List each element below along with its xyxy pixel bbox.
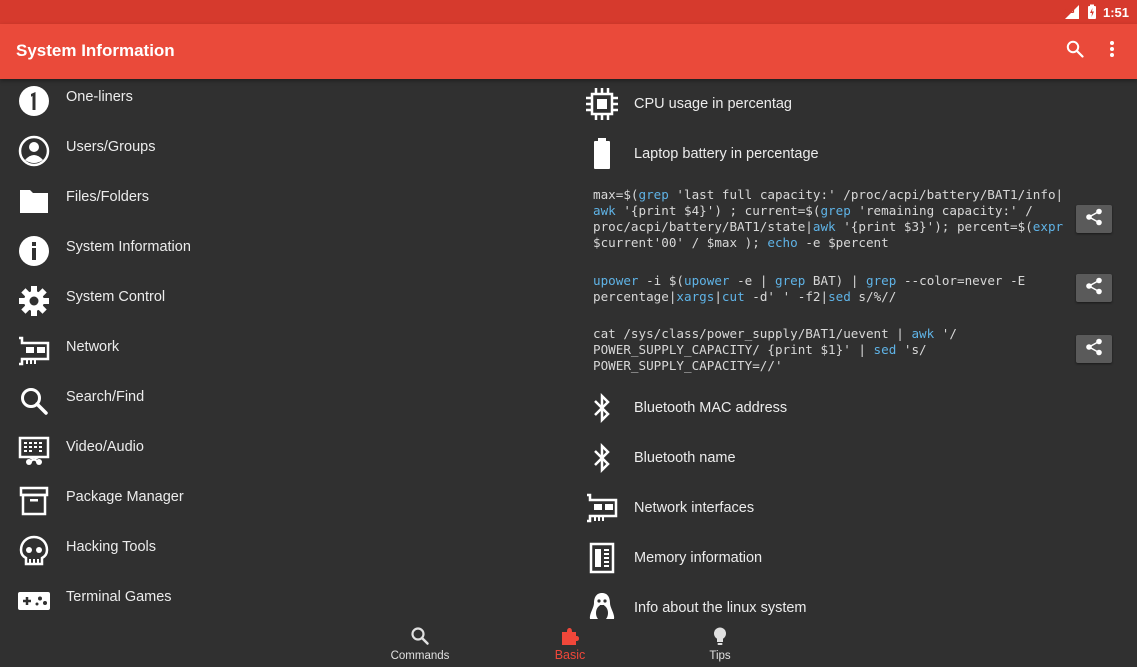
sidebar-item-label: System Information <box>66 239 191 255</box>
list-item-bluetooth-mac[interactable]: Bluetooth MAC address <box>568 384 1128 432</box>
sidebar-item-network[interactable]: Network <box>0 329 560 379</box>
tab-commands[interactable]: Commands <box>370 619 470 667</box>
sidebar-item-files-folders[interactable]: Files/Folders <box>0 179 560 229</box>
sidebar-item-label: Search/Find <box>66 389 145 405</box>
list-item-cpu-usage[interactable]: CPU usage in percentag <box>568 80 1128 128</box>
sidebar-item-video-audio[interactable]: Video/Audio <box>0 429 560 479</box>
bluetooth-icon <box>584 440 620 476</box>
tab-basic[interactable]: Basic <box>520 619 620 667</box>
gear-icon <box>16 283 52 319</box>
network-card-icon <box>584 490 620 526</box>
sidebar-item-label: Files/Folders <box>66 189 149 205</box>
sidebar-item-label: Terminal Games <box>66 589 172 605</box>
app-bar: System Information <box>0 24 1137 79</box>
search-icon <box>16 383 52 419</box>
list-item-memory-information[interactable]: Memory information <box>568 534 1128 582</box>
command-code-2: upower -i $(upower -e | grep BAT) | grep… <box>593 273 1026 304</box>
search-icon <box>410 626 430 646</box>
sidebar-item-package-manager[interactable]: Package Manager <box>0 479 560 529</box>
sidebar: One-liners Users/Groups Files/Folders Sy… <box>0 79 568 619</box>
sidebar-item-label: Package Manager <box>66 489 184 505</box>
memory-icon <box>584 540 620 576</box>
share-button[interactable] <box>1076 205 1112 233</box>
page-title: System Information <box>16 41 175 60</box>
list-item-network-interfaces[interactable]: Network interfaces <box>568 484 1128 532</box>
list-item-label: Bluetooth name <box>634 450 736 466</box>
sidebar-item-search-find[interactable]: Search/Find <box>0 379 560 429</box>
battery-charging-icon <box>1087 4 1097 20</box>
list-item-label: Bluetooth MAC address <box>634 400 788 416</box>
list-item-label: Network interfaces <box>634 500 755 516</box>
folder-icon <box>16 183 52 219</box>
bottom-navigation: Commands Basic Tips <box>0 619 1137 667</box>
command-code-1: max=$(grep 'last full capacity:' /proc/a… <box>593 187 1064 250</box>
list-item-label: Info about the linux system <box>634 600 807 616</box>
puzzle-icon <box>560 626 580 646</box>
signal-4g-icon: 4G <box>1063 4 1081 20</box>
sidebar-item-hacking-tools[interactable]: Hacking Tools <box>0 529 560 579</box>
sidebar-item-label: Network <box>66 339 120 355</box>
battery-icon <box>584 136 620 172</box>
sidebar-item-label: Video/Audio <box>66 439 144 455</box>
info-icon <box>16 233 52 269</box>
list-item-label: Laptop battery in percentage <box>634 146 819 162</box>
status-icons: 4G 1:51 <box>1063 3 1129 21</box>
status-bar: 4G 1:51 <box>0 0 1137 24</box>
sidebar-item-label: Hacking Tools <box>66 539 157 555</box>
list-item-label: Memory information <box>634 550 763 566</box>
tab-label: Tips <box>709 650 731 662</box>
network-card-icon <box>16 333 52 369</box>
command-code-3: cat /sys/class/power_supply/BAT1/uevent … <box>593 326 957 373</box>
cpu-chip-icon <box>584 86 620 122</box>
number-one-icon <box>16 83 52 119</box>
lightbulb-icon <box>710 626 730 646</box>
list-item-label: CPU usage in percentag <box>634 96 792 112</box>
sidebar-item-system-control[interactable]: System Control <box>0 279 560 329</box>
share-icon <box>1085 208 1103 231</box>
search-icon <box>1066 40 1084 63</box>
bluetooth-icon <box>584 390 620 426</box>
list-item-bluetooth-name[interactable]: Bluetooth name <box>568 434 1128 482</box>
sidebar-item-label: System Control <box>66 289 166 305</box>
sidebar-item-label: Users/Groups <box>66 139 156 155</box>
sidebar-item-label: One-liners <box>66 89 133 105</box>
share-button[interactable] <box>1076 274 1112 302</box>
share-icon <box>1085 338 1103 361</box>
list-item-laptop-battery[interactable]: Laptop battery in percentage <box>568 130 1128 178</box>
content-list: CPU usage in percentag Laptop battery in… <box>568 79 1137 623</box>
skull-icon <box>16 533 52 569</box>
tab-label: Commands <box>390 650 450 662</box>
sidebar-item-users-groups[interactable]: Users/Groups <box>0 129 560 179</box>
sidebar-item-system-information[interactable]: System Information <box>0 229 560 279</box>
clock: 1:51 <box>1102 4 1129 20</box>
tab-tips[interactable]: Tips <box>670 619 770 667</box>
svg-text:4G: 4G <box>1064 7 1075 15</box>
user-circle-icon <box>16 133 52 169</box>
share-button[interactable] <box>1076 335 1112 363</box>
video-audio-icon <box>16 433 52 469</box>
more-options-button[interactable] <box>1098 37 1126 65</box>
gamepad-icon <box>16 583 52 619</box>
search-button[interactable] <box>1061 37 1089 65</box>
share-icon <box>1085 277 1103 300</box>
sidebar-item-one-liners[interactable]: One-liners <box>0 79 560 129</box>
archive-icon <box>16 483 52 519</box>
tab-label: Basic <box>554 648 586 662</box>
more-vert-icon <box>1109 40 1115 63</box>
